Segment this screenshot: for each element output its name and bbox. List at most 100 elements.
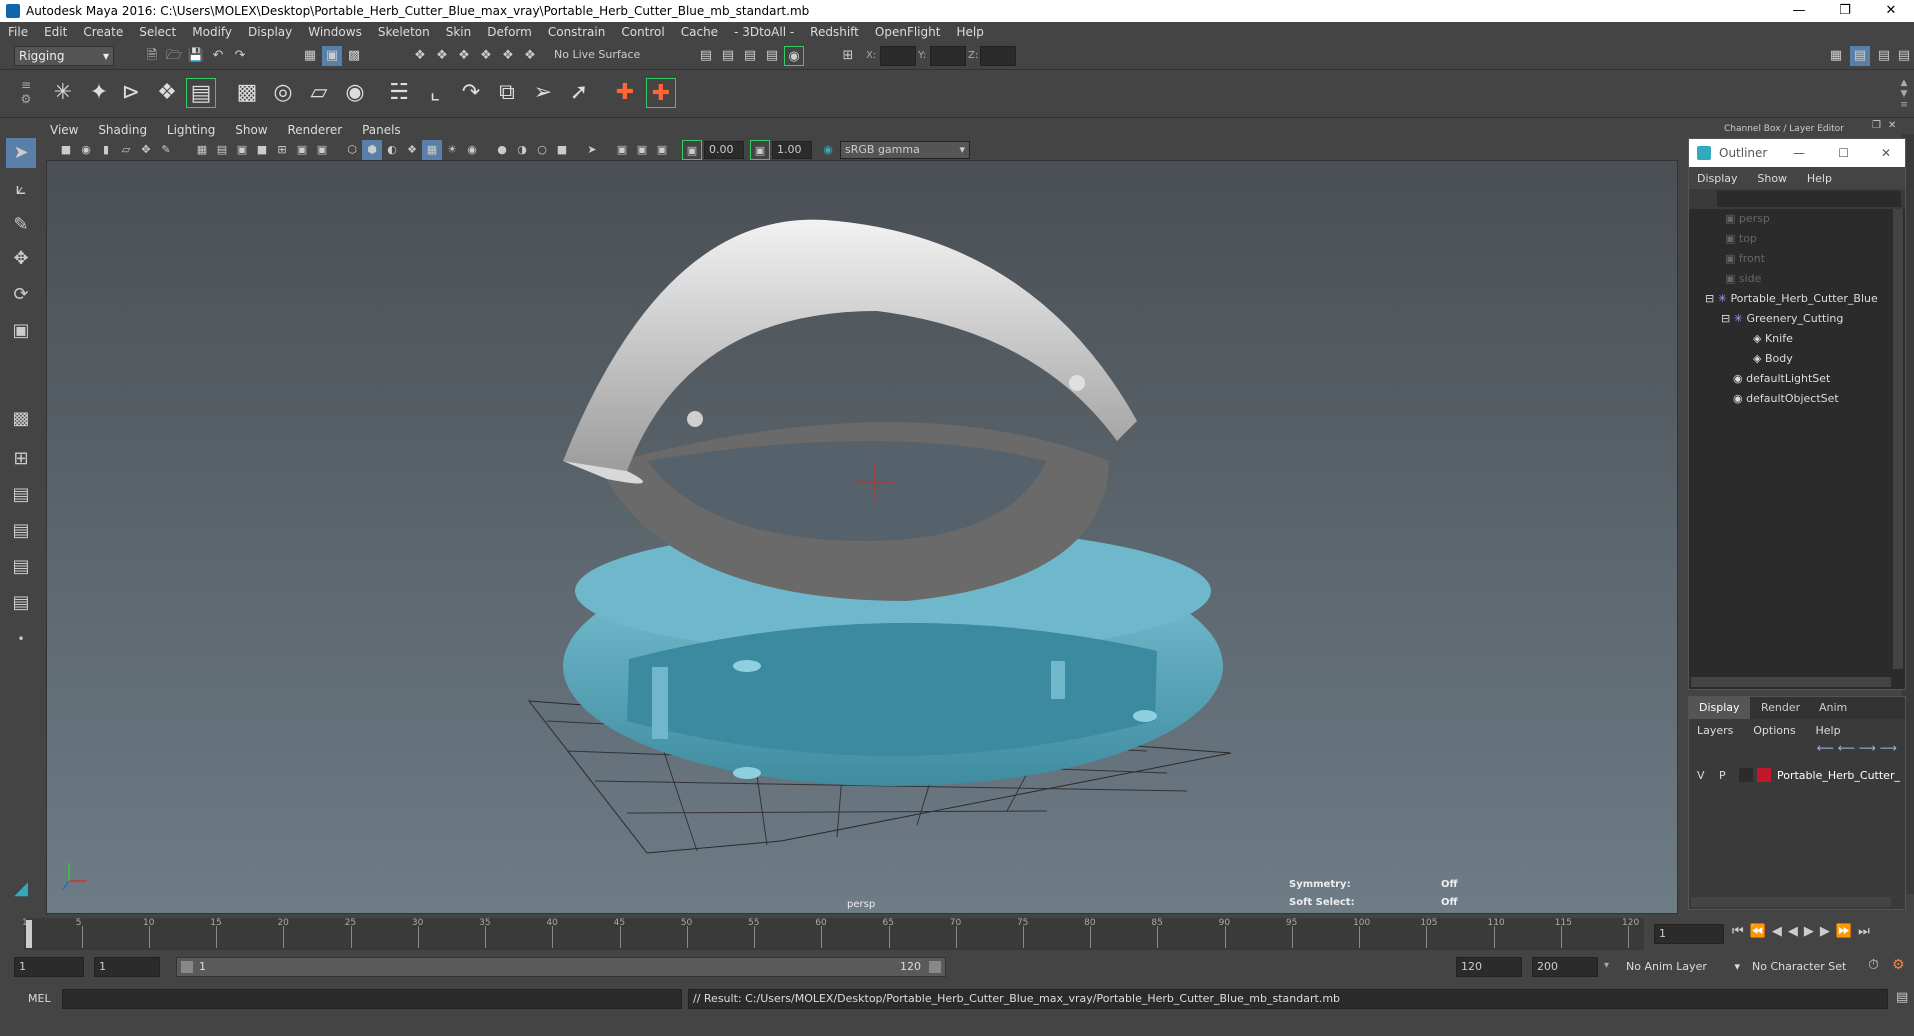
minimize-button[interactable]: —: [1776, 0, 1822, 22]
color-management-icon[interactable]: ◉: [818, 140, 838, 160]
scale-constraint-icon[interactable]: ⧉: [492, 78, 522, 108]
new-layer-icon[interactable]: ⟶: [1859, 741, 1876, 755]
snap-grid-icon[interactable]: ❖: [410, 46, 430, 66]
ik-spline-icon[interactable]: ⊳: [116, 78, 146, 108]
outliner-menu-help[interactable]: Help: [1799, 172, 1840, 185]
move-tool-icon[interactable]: ✥: [6, 244, 36, 274]
step-forward-frame-icon[interactable]: ▶: [1820, 924, 1836, 939]
open-scene-icon[interactable]: 🗁: [164, 46, 184, 66]
transform-mode-icon[interactable]: ⊞: [838, 46, 858, 66]
channel-box-icon[interactable]: ▤: [1894, 46, 1914, 66]
film-gate-icon[interactable]: ▤: [212, 140, 232, 160]
start-time-field[interactable]: 1: [14, 957, 84, 977]
shadows-icon[interactable]: ◉: [462, 140, 482, 160]
viewport-menu-renderer[interactable]: Renderer: [279, 120, 350, 140]
script-editor-icon[interactable]: ▤: [1896, 990, 1908, 1005]
layer-menu-help[interactable]: Help: [1808, 724, 1849, 737]
wireframe-on-shaded-icon[interactable]: ❖: [402, 140, 422, 160]
tab-render[interactable]: Render: [1751, 697, 1810, 719]
ik-handle-icon[interactable]: ✦: [84, 78, 114, 108]
gamma-field[interactable]: 1.00: [772, 141, 812, 159]
xray-icon[interactable]: ▣: [612, 140, 632, 160]
play-forward-icon[interactable]: ▶: [1804, 924, 1820, 939]
resolution-gate-icon[interactable]: ▣: [232, 140, 252, 160]
move-layer-up-icon[interactable]: ⟵: [1817, 741, 1834, 755]
default-lighting-icon[interactable]: ◐: [382, 140, 402, 160]
step-back-frame-icon[interactable]: ◀: [1772, 924, 1788, 939]
menu-display[interactable]: Display: [240, 25, 300, 39]
viewport-menu-shading[interactable]: Shading: [90, 120, 155, 140]
range-end-handle[interactable]: [929, 961, 941, 973]
select-tool-icon[interactable]: ➤: [6, 138, 36, 168]
outliner-item-default-object-set[interactable]: ◉ defaultObjectSet: [1733, 389, 1839, 409]
preferences-icon[interactable]: ⚙: [1892, 957, 1905, 973]
image-plane-icon[interactable]: ▱: [116, 140, 136, 160]
menu-set-selector[interactable]: Rigging ▾: [14, 46, 114, 66]
parent-constraint-icon[interactable]: ☵: [384, 78, 414, 108]
exposure-icon[interactable]: ▣: [682, 140, 702, 160]
grid-toggle-icon[interactable]: ▦: [192, 140, 212, 160]
outliner-close-icon[interactable]: ✕: [1881, 139, 1891, 167]
smooth-shade-icon[interactable]: ⬢: [362, 140, 382, 160]
field-chart-icon[interactable]: ⊞: [272, 140, 292, 160]
menu-select[interactable]: Select: [131, 25, 184, 39]
snap-point-icon[interactable]: ❖: [454, 46, 474, 66]
snap-plane-icon[interactable]: ❖: [476, 46, 496, 66]
rotate-tool-icon[interactable]: ⟳: [6, 280, 36, 310]
motion-blur-icon[interactable]: ◑: [512, 140, 532, 160]
layer-menu-options[interactable]: Options: [1745, 724, 1803, 737]
gate-mask-icon[interactable]: ■: [252, 140, 272, 160]
single-view-icon[interactable]: ▩: [6, 404, 36, 434]
render-settings-icon[interactable]: ▤: [762, 46, 782, 66]
select-component-icon[interactable]: ▩: [344, 46, 364, 66]
outliner-item-root-group[interactable]: ⊟ ✳ Portable_Herb_Cutter_Blue: [1705, 289, 1878, 309]
go-to-start-icon[interactable]: ⏮: [1732, 924, 1750, 939]
script-language-label[interactable]: MEL: [28, 992, 51, 1005]
anti-aliasing-icon[interactable]: ○: [532, 140, 552, 160]
paint-weights-icon[interactable]: ▤: [186, 78, 216, 108]
menu-deform[interactable]: Deform: [479, 25, 540, 39]
play-back-icon[interactable]: ◀: [1788, 924, 1804, 939]
anim-layer-dropdown[interactable]: No Anim Layer ▾: [1626, 957, 1742, 977]
menu-control[interactable]: Control: [613, 25, 672, 39]
snap-live-icon[interactable]: ❖: [520, 46, 540, 66]
layer-visibility[interactable]: V: [1697, 769, 1705, 782]
side-by-side-icon[interactable]: ▤: [6, 480, 36, 510]
camera-select-icon[interactable]: ■: [56, 140, 76, 160]
outliner-menu-show[interactable]: Show: [1749, 172, 1795, 185]
menu-skin[interactable]: Skin: [438, 25, 480, 39]
step-back-key-icon[interactable]: ⏪: [1750, 924, 1772, 939]
range-slider[interactable]: 1 120: [176, 957, 946, 977]
auto-key-icon[interactable]: ⏱: [1868, 957, 1879, 973]
more-layouts-icon[interactable]: •: [6, 624, 36, 654]
render-view-icon[interactable]: ▤: [696, 46, 716, 66]
depth-of-field-icon[interactable]: ■: [552, 140, 572, 160]
layer-type-box[interactable]: [1739, 768, 1753, 782]
viewport-persp[interactable]: persp Symmetry: Off Soft Select: Off: [46, 160, 1678, 914]
persp-outliner-icon[interactable]: ▤: [6, 552, 36, 582]
outliner-item-greenery-cutting[interactable]: ⊟ ✳ Greenery_Cutting: [1721, 309, 1843, 329]
exposure-field[interactable]: 0.00: [704, 141, 744, 159]
menu-cache[interactable]: Cache: [673, 25, 726, 39]
2d-pan-icon[interactable]: ✥: [136, 140, 156, 160]
modeling-toolkit-icon[interactable]: ▦: [1826, 46, 1846, 66]
move-layer-down-icon[interactable]: ⟵: [1838, 741, 1855, 755]
save-scene-icon[interactable]: 💾: [186, 46, 206, 66]
new-layer-selected-icon[interactable]: ⟶: [1880, 741, 1897, 755]
layer-menu-layers[interactable]: Layers: [1689, 724, 1741, 737]
menu-create[interactable]: Create: [75, 25, 131, 39]
menu-file[interactable]: File: [0, 25, 36, 39]
xray-joints-icon[interactable]: ▣: [632, 140, 652, 160]
orient-constraint-icon[interactable]: ↷: [456, 78, 486, 108]
viewport-menu-view[interactable]: View: [42, 120, 86, 140]
new-scene-icon[interactable]: 🗎: [142, 46, 162, 66]
end-time-field[interactable]: 120: [1456, 957, 1522, 977]
menu-redshift[interactable]: Redshift: [802, 25, 867, 39]
outliner-item-default-light-set[interactable]: ◉ defaultLightSet: [1733, 369, 1830, 389]
close-panel-icon[interactable]: ✕: [1888, 120, 1896, 131]
step-forward-key-icon[interactable]: ⏩: [1836, 924, 1858, 939]
current-frame-field[interactable]: 1: [1654, 924, 1724, 944]
viewport-menu-show[interactable]: Show: [227, 120, 275, 140]
outliner-vertical-scrollbar[interactable]: [1893, 209, 1903, 669]
select-object-icon[interactable]: ▣: [322, 46, 342, 66]
